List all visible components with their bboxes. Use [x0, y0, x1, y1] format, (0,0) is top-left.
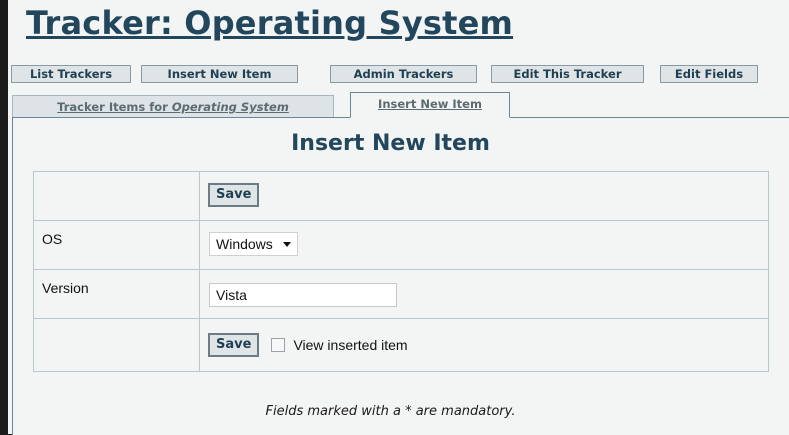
empty-label-cell — [33, 171, 200, 221]
save-cell: Save — [199, 171, 769, 221]
form-row: Save — [33, 171, 769, 221]
tab-tracker-items[interactable]: Tracker Items for Operating System — [12, 95, 334, 118]
chevron-down-icon — [282, 241, 291, 247]
list-trackers-button[interactable]: List Trackers — [11, 65, 131, 83]
insert-new-item-button[interactable]: Insert New Item — [141, 65, 298, 83]
os-cell: Windows — [199, 220, 769, 270]
os-select[interactable]: Windows — [209, 232, 298, 256]
version-label: Version — [33, 269, 200, 319]
save-cell: Save View inserted item — [199, 318, 769, 372]
page-title[interactable]: Tracker: Operating System — [26, 4, 513, 42]
os-label: OS — [33, 220, 200, 270]
view-inserted-checkbox[interactable] — [271, 338, 286, 352]
save-button-top[interactable]: Save — [208, 183, 260, 207]
form-row: Save View inserted item — [33, 318, 769, 372]
form-row: Version Vista — [33, 269, 769, 319]
os-select-value: Windows — [216, 236, 273, 252]
empty-label-cell — [33, 318, 200, 372]
insert-item-form: Save OS Windows Version Vista Save View … — [33, 171, 769, 372]
edit-this-tracker-button[interactable]: Edit This Tracker — [491, 65, 644, 83]
version-cell: Vista — [199, 269, 769, 319]
admin-trackers-button[interactable]: Admin Trackers — [330, 65, 477, 83]
mandatory-note: Fields marked with a * are mandatory. — [265, 404, 516, 419]
form-row: OS Windows — [33, 220, 769, 270]
form-heading: Insert New Item — [291, 131, 490, 156]
view-inserted-label[interactable]: View inserted item — [293, 337, 407, 353]
tab-insert-new-item[interactable]: Insert New Item — [350, 92, 510, 118]
tab-tracker-items-name: Operating System — [171, 100, 289, 114]
tab-tracker-items-prefix: Tracker Items for — [57, 100, 172, 114]
edit-fields-button[interactable]: Edit Fields — [660, 65, 758, 83]
save-row: Save View inserted item — [208, 333, 768, 357]
save-button-bottom[interactable]: Save — [208, 333, 260, 357]
version-input[interactable]: Vista — [209, 283, 397, 307]
